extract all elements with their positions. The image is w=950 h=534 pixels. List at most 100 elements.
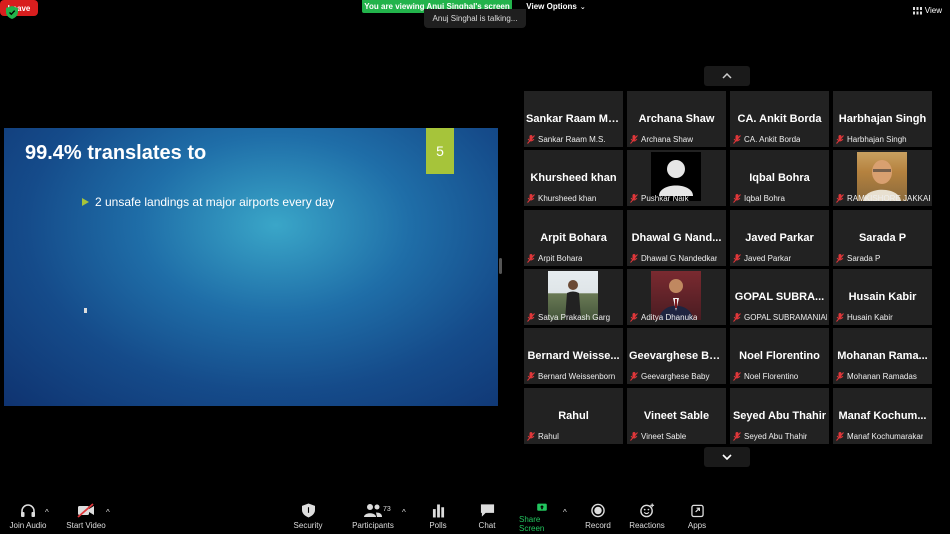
participant-tile[interactable]: Geevarghese Ba... Geevarghese Baby: [627, 328, 726, 384]
security-shield-icon[interactable]: [6, 6, 18, 19]
smiley-icon: [639, 503, 654, 518]
gallery-scroll-up-button[interactable]: [704, 66, 750, 86]
slide-number-badge: 5: [426, 128, 454, 174]
participant-name: Iqbal Bohra: [744, 194, 785, 203]
participant-name: Rahul: [538, 432, 559, 441]
muted-mic-icon: [527, 254, 535, 263]
video-off-icon: [77, 503, 94, 518]
participant-name-label: Pushkar Naik: [630, 193, 689, 204]
participants-icon: [364, 504, 382, 517]
participant-display-name: Sankar Raam M.S.: [526, 113, 622, 125]
participant-name-label: Husain Kabir: [836, 312, 893, 323]
participant-tile[interactable]: GOPAL SUBRA... GOPAL SUBRAMANIAN: [730, 269, 829, 325]
participant-display-name: Manaf Kochum...: [838, 410, 927, 422]
shared-screen[interactable]: 99.4% translates to 5 2 unsafe landings …: [4, 128, 498, 406]
share-screen-button[interactable]: Share Screen: [519, 503, 565, 533]
muted-mic-icon: [527, 372, 535, 381]
participant-name-label: Noel Florentino: [733, 371, 798, 382]
muted-mic-icon: [733, 372, 741, 381]
participant-tile[interactable]: Sankar Raam M.S. Sankar Raam M.S.: [524, 91, 623, 147]
panel-resize-handle[interactable]: [499, 258, 502, 274]
reactions-button[interactable]: Reactions: [628, 503, 666, 533]
apps-button[interactable]: Apps: [686, 503, 708, 533]
share-screen-icon: [537, 503, 547, 511]
participant-tile[interactable]: Satya Prakash Garg: [524, 269, 623, 325]
participant-tile[interactable]: Mohanan Rama... Mohanan Ramadas: [833, 328, 932, 384]
headphones-icon: [21, 504, 35, 517]
participant-display-name: Vineet Sable: [643, 410, 710, 422]
participant-tile[interactable]: Khursheed khan Khursheed khan: [524, 150, 623, 206]
participants-options-caret-icon[interactable]: ^: [402, 508, 406, 517]
view-layout-button[interactable]: View: [912, 6, 942, 15]
participant-display-name: GOPAL SUBRA...: [734, 291, 825, 303]
muted-mic-icon: [527, 313, 535, 322]
muted-mic-icon: [836, 432, 844, 441]
chevron-up-icon: [722, 73, 732, 79]
participant-tile[interactable]: Iqbal Bohra Iqbal Bohra: [730, 150, 829, 206]
participant-tile[interactable]: Bernard Weisse... Bernard Weissenborn: [524, 328, 623, 384]
participant-name: Vineet Sable: [641, 432, 687, 441]
participant-name-label: Javed Parkar: [733, 253, 791, 264]
participant-tile[interactable]: Sarada P Sarada P: [833, 210, 932, 266]
participant-tile[interactable]: Seyed Abu Thahir Seyed Abu Thahir: [730, 388, 829, 444]
participant-name-label: Geevarghese Baby: [630, 371, 710, 382]
audio-options-caret-icon[interactable]: ^: [45, 508, 49, 517]
start-video-button[interactable]: Start Video: [64, 503, 108, 533]
participant-name-label: Arpit Bohara: [527, 253, 582, 264]
participant-tile[interactable]: CA. Ankit Borda CA. Ankit Borda: [730, 91, 829, 147]
participant-tile[interactable]: RAMKISHORE JAKKAR...: [833, 150, 932, 206]
participant-name-label: Khursheed khan: [527, 193, 596, 204]
participant-display-name: Iqbal Bohra: [749, 172, 810, 184]
participant-name: Husain Kabir: [847, 313, 893, 322]
mouse-cursor-icon: [84, 308, 87, 313]
view-options-button[interactable]: View Options ⌄: [520, 0, 592, 13]
participant-name: Sarada P: [847, 254, 881, 263]
participant-name: Geevarghese Baby: [641, 372, 710, 381]
participant-tile[interactable]: Aditya Dhanuka: [627, 269, 726, 325]
participant-tile[interactable]: Pushkar Naik: [627, 150, 726, 206]
chat-button[interactable]: Chat: [474, 503, 500, 533]
security-button[interactable]: Security: [291, 503, 325, 533]
participant-display-name: Bernard Weisse...: [527, 350, 620, 362]
participant-name: Arpit Bohara: [538, 254, 583, 263]
participant-tile[interactable]: Husain Kabir Husain Kabir: [833, 269, 932, 325]
participant-display-name: Geevarghese Ba...: [629, 350, 725, 362]
participant-name-label: RAMKISHORE JAKKAR...: [836, 193, 930, 204]
participant-name: Khursheed khan: [538, 194, 597, 203]
participant-tile[interactable]: Vineet Sable Vineet Sable: [627, 388, 726, 444]
muted-mic-icon: [836, 313, 844, 322]
record-button[interactable]: Record: [583, 503, 613, 533]
participant-tile[interactable]: Archana Shaw Archana Shaw: [627, 91, 726, 147]
view-options-label: View Options: [526, 2, 577, 11]
join-audio-button[interactable]: Join Audio: [8, 503, 48, 533]
chevron-down-icon: ⌄: [579, 3, 586, 11]
participant-name: Pushkar Naik: [641, 194, 689, 203]
share-options-caret-icon[interactable]: ^: [563, 508, 567, 517]
gallery-scroll-down-button[interactable]: [704, 447, 750, 467]
participant-tile[interactable]: Harbhajan Singh Harbhajan Singh: [833, 91, 932, 147]
muted-mic-icon: [630, 194, 638, 203]
record-icon: [591, 503, 605, 518]
muted-mic-icon: [630, 135, 638, 144]
participant-tile[interactable]: Noel Florentino Noel Florentino: [730, 328, 829, 384]
participant-name: Javed Parkar: [744, 254, 792, 263]
participant-tile[interactable]: Dhawal G Nand... Dhawal G Nandedkar: [627, 210, 726, 266]
slide-title: 99.4% translates to: [25, 142, 207, 164]
participant-tile[interactable]: Arpit Bohara Arpit Bohara: [524, 210, 623, 266]
participant-name-label: Archana Shaw: [630, 134, 693, 145]
muted-mic-icon: [630, 313, 638, 322]
video-options-caret-icon[interactable]: ^: [106, 508, 110, 517]
participant-name: Noel Florentino: [744, 372, 799, 381]
muted-mic-icon: [630, 254, 638, 263]
participant-tile[interactable]: Manaf Kochum... Manaf Kochumarakar: [833, 388, 932, 444]
participant-tile[interactable]: Javed Parkar Javed Parkar: [730, 210, 829, 266]
polls-label: Polls: [429, 521, 447, 530]
participant-name-label: Satya Prakash Garg: [527, 312, 610, 323]
participant-name-label: Harbhajan Singh: [836, 134, 907, 145]
participant-display-name: Dhawal G Nand...: [631, 232, 722, 244]
participant-display-name: Mohanan Rama...: [837, 350, 928, 362]
polls-button[interactable]: Polls: [424, 503, 452, 533]
participant-tile[interactable]: Rahul Rahul: [524, 388, 623, 444]
participant-name-label: Manaf Kochumarakar: [836, 431, 923, 442]
participants-count: 73: [383, 506, 391, 513]
